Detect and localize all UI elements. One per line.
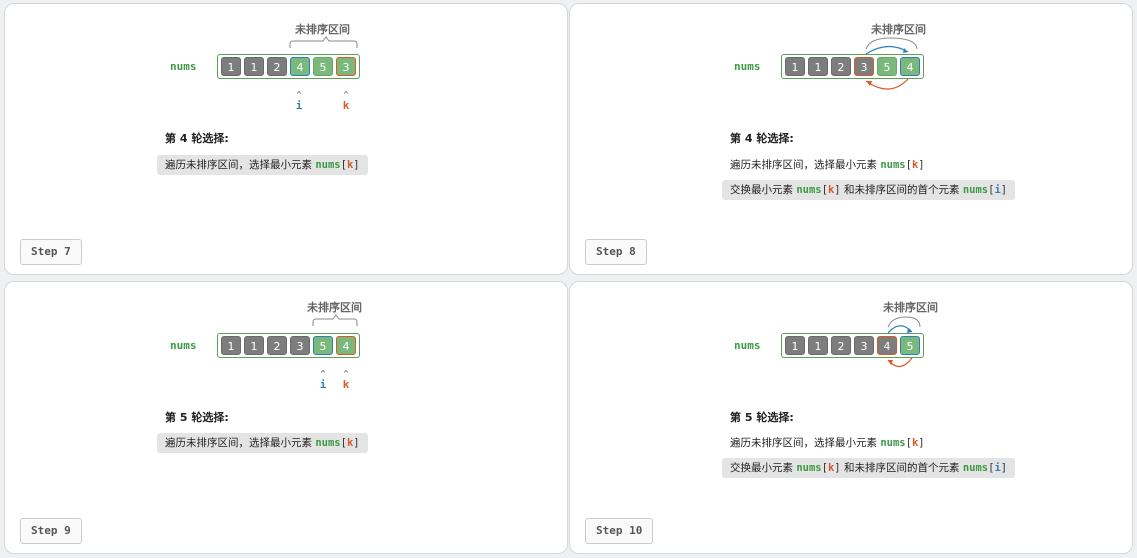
nums-array: 1 1 2 3 5 4: [781, 54, 924, 79]
pointer-k: ^ k: [339, 368, 353, 390]
step-panel-10: 未排序区间 nums 1 1 2 3 4 5 第 5 轮选择: 遍历未排序区间，…: [569, 281, 1133, 554]
array-cell: 1: [808, 336, 828, 355]
nums-label: nums: [734, 60, 761, 73]
step-line-traverse: 遍历未排序区间，选择最小元素 nums[k]: [730, 437, 925, 449]
array-cell: 5: [313, 57, 333, 76]
swap-arrow-blue: [865, 45, 909, 55]
unsorted-region-label: 未排序区间: [295, 23, 350, 36]
unsorted-region-label: 未排序区间: [883, 301, 938, 314]
swap-arrow-red: [865, 78, 909, 90]
array-cell: 4: [290, 57, 310, 76]
round-title: 第 4 轮选择:: [730, 132, 794, 145]
nums-array: 1 1 2 3 5 4: [217, 333, 360, 358]
array-cell: 5: [313, 336, 333, 355]
step-button[interactable]: Step 7: [20, 239, 82, 265]
arrowhead-icon: [866, 81, 872, 86]
nums-label: nums: [734, 339, 761, 352]
pointer-k: ^ k: [339, 89, 353, 111]
swap-arrow-blue: [887, 325, 913, 334]
array-cell: 2: [831, 57, 851, 76]
step-grid: 未排序区间 nums 1 1 2 4 5 3 ^ i ^ k 第 4 轮选择: 遍历…: [0, 0, 1137, 558]
round-title: 第 4 轮选择:: [165, 132, 229, 145]
array-cell: 1: [244, 336, 264, 355]
array-cell: 1: [221, 57, 241, 76]
arrowhead-icon: [903, 48, 908, 53]
array-cell: 1: [785, 336, 805, 355]
round-title: 第 5 轮选择:: [730, 411, 794, 424]
step-panel-8: 未排序区间 nums 1 1 2 3 5 4 第 4 轮选择: 遍历未排序区间，…: [569, 3, 1133, 275]
nums-array: 1 1 2 4 5 3: [217, 54, 360, 79]
array-cell: 4: [900, 57, 920, 76]
step-panel-7: 未排序区间 nums 1 1 2 4 5 3 ^ i ^ k 第 4 轮选择: 遍历…: [4, 3, 568, 275]
unsorted-region-brace: [887, 316, 921, 328]
swap-arrows: [887, 316, 921, 368]
round-title: 第 5 轮选择:: [165, 411, 229, 424]
swap-arrow-red: [887, 357, 913, 368]
swap-arrows: [865, 37, 918, 90]
array-cell: 3: [336, 57, 356, 76]
array-cell: 1: [785, 57, 805, 76]
step-line-swap: 交换最小元素 nums[k] 和未排序区间的首个元素 nums[i]: [722, 180, 1016, 200]
unsorted-region-brace: [865, 37, 918, 50]
array-cell: 2: [267, 336, 287, 355]
arrowhead-icon: [888, 360, 893, 365]
unsorted-region-brace: [312, 314, 358, 326]
array-cell: 5: [900, 336, 920, 355]
array-cell: 3: [854, 57, 874, 76]
unsorted-region-label: 未排序区间: [307, 301, 362, 314]
array-cell: 3: [854, 336, 874, 355]
step-line-swap: 交换最小元素 nums[k] 和未排序区间的首个元素 nums[i]: [722, 458, 1016, 478]
unsorted-region-label: 未排序区间: [871, 23, 926, 36]
step-panel-9: 未排序区间 nums 1 1 2 3 5 4 ^ i ^ k 第 5 轮选择: 遍历…: [4, 281, 568, 554]
array-cell: 1: [221, 336, 241, 355]
array-cell: 4: [336, 336, 356, 355]
pointer-i: ^ i: [316, 368, 330, 390]
nums-array: 1 1 2 3 4 5: [781, 333, 924, 358]
array-cell: 5: [877, 57, 897, 76]
array-cell: 1: [244, 57, 264, 76]
step-button[interactable]: Step 10: [585, 518, 654, 544]
step-line-traverse: 遍历未排序区间，选择最小元素 nums[k]: [157, 155, 368, 175]
step-button[interactable]: Step 9: [20, 518, 82, 544]
array-cell: 3: [290, 336, 310, 355]
array-cell: 2: [831, 336, 851, 355]
unsorted-region-brace: [289, 36, 358, 48]
nums-label: nums: [170, 60, 197, 73]
array-cell: 2: [267, 57, 287, 76]
step-line-traverse: 遍历未排序区间，选择最小元素 nums[k]: [730, 159, 925, 171]
step-button[interactable]: Step 8: [585, 239, 647, 265]
array-cell: 1: [808, 57, 828, 76]
array-cell: 4: [877, 336, 897, 355]
nums-label: nums: [170, 339, 197, 352]
step-line-traverse: 遍历未排序区间，选择最小元素 nums[k]: [157, 433, 368, 453]
pointer-i: ^ i: [292, 89, 306, 111]
